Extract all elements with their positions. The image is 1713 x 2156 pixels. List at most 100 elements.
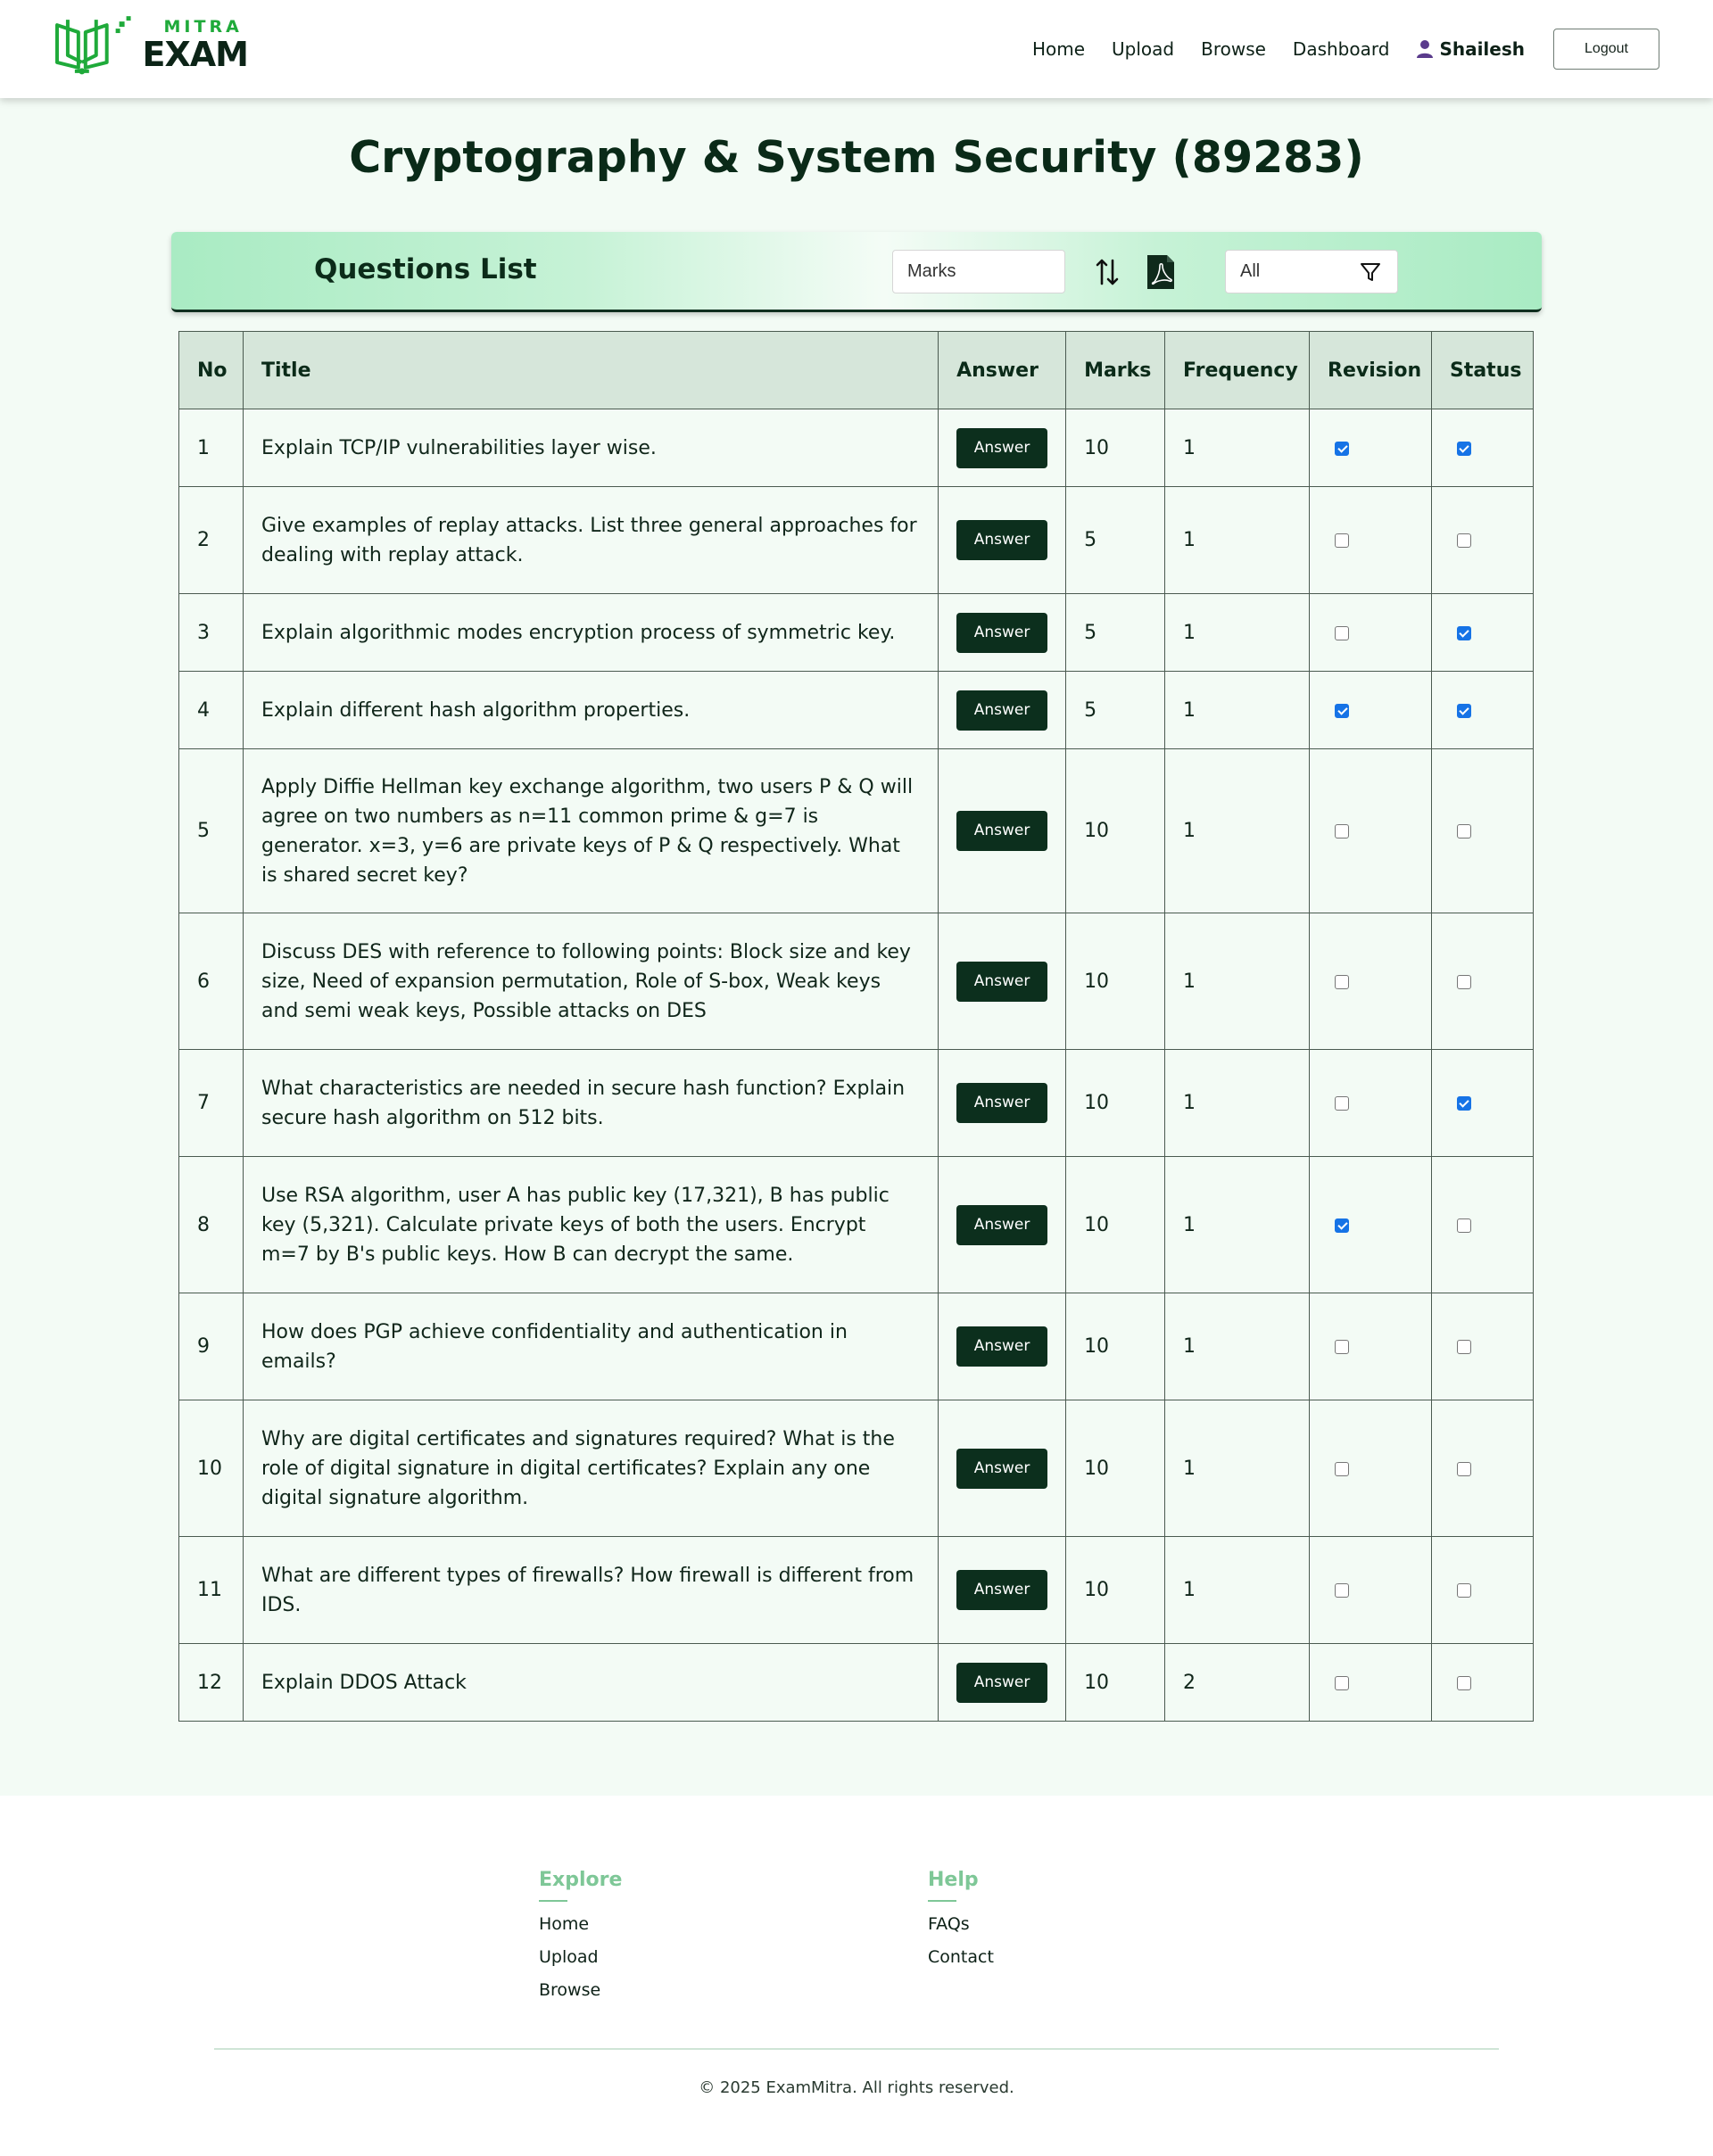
nav-browse[interactable]: Browse: [1201, 38, 1266, 60]
cell-no: 8: [178, 1156, 244, 1293]
copyright-text: © 2025 ExamMitra. All rights reserved.: [699, 2078, 1014, 2097]
brand-logo[interactable]: MITRA EXAM: [52, 12, 249, 77]
revision-checkbox[interactable]: [1335, 1218, 1349, 1233]
cell-revision: [1309, 1049, 1432, 1157]
book-logo-icon: [54, 16, 131, 75]
revision-checkbox[interactable]: [1335, 1583, 1349, 1598]
cell-title: Why are digital certificates and signatu…: [242, 1400, 939, 1537]
status-checkbox[interactable]: [1456, 1096, 1471, 1111]
revision-checkbox[interactable]: [1335, 1096, 1349, 1111]
revision-checkbox[interactable]: [1335, 1340, 1349, 1354]
revision-checkbox[interactable]: [1335, 441, 1349, 456]
nav-dashboard[interactable]: Dashboard: [1293, 38, 1390, 60]
answer-button[interactable]: Answer: [956, 520, 1048, 560]
cell-status: [1430, 1156, 1535, 1293]
cell-title: Explain algorithmic modes encryption pro…: [242, 593, 939, 672]
status-checkbox[interactable]: [1456, 974, 1471, 989]
nav-home[interactable]: Home: [1032, 38, 1085, 60]
sort-select[interactable]: Marks: [892, 250, 1065, 293]
cell-marks: 5: [1065, 593, 1166, 672]
status-checkbox[interactable]: [1456, 824, 1471, 838]
logout-button[interactable]: Logout: [1553, 29, 1659, 70]
sort-arrows-icon[interactable]: [1095, 257, 1120, 287]
status-checkbox[interactable]: [1456, 533, 1471, 548]
revision-checkbox[interactable]: [1335, 703, 1349, 718]
revision-checkbox[interactable]: [1335, 625, 1349, 640]
logo-mitra-text: MITRA: [163, 16, 243, 37]
revision-checkbox[interactable]: [1335, 974, 1349, 989]
answer-button[interactable]: Answer: [956, 1326, 1048, 1367]
cell-no: 6: [178, 913, 244, 1050]
footer-help-title: Help: [928, 1869, 979, 1891]
status-checkbox[interactable]: [1456, 1340, 1471, 1354]
nav-user[interactable]: Shailesh: [1416, 38, 1525, 60]
answer-button[interactable]: Answer: [956, 1204, 1048, 1245]
status-checkbox[interactable]: [1456, 1583, 1471, 1598]
cell-frequency: 1: [1164, 1049, 1310, 1157]
cell-revision: [1309, 593, 1432, 672]
cell-title: Explain TCP/IP vulnerabilities layer wis…: [242, 409, 939, 487]
revision-checkbox[interactable]: [1335, 824, 1349, 838]
table-row: 6 Discuss DES with reference to following…: [178, 913, 1535, 1050]
table-row: 10 Why are digital certificates and signa…: [178, 1400, 1535, 1537]
status-checkbox[interactable]: [1456, 625, 1471, 640]
status-checkbox[interactable]: [1456, 1461, 1471, 1476]
revision-checkbox[interactable]: [1335, 533, 1349, 548]
table-row: 12 Explain DDOS Attack Answer 10 2: [178, 1643, 1535, 1722]
logo-exam-text: EXAM: [142, 34, 249, 74]
footer-explore: Explore Home Upload Browse: [539, 1869, 622, 2013]
answer-button[interactable]: Answer: [956, 1083, 1048, 1123]
cell-no: 5: [178, 748, 244, 913]
answer-button[interactable]: Answer: [956, 961, 1048, 1002]
answer-button[interactable]: Answer: [956, 612, 1048, 653]
cell-answer: Answer: [938, 593, 1067, 672]
answer-button[interactable]: Answer: [956, 811, 1048, 851]
cell-frequency: 1: [1164, 486, 1310, 594]
cell-revision: [1309, 1293, 1432, 1400]
cell-status: [1430, 1536, 1535, 1644]
cell-no: 2: [178, 486, 244, 594]
user-icon: [1417, 40, 1434, 58]
revision-checkbox[interactable]: [1335, 1675, 1349, 1690]
questions-toolbar: Questions List Marks All: [171, 232, 1542, 312]
revision-checkbox[interactable]: [1335, 1461, 1349, 1476]
footer-link-contact[interactable]: Contact: [928, 1947, 994, 1967]
footer-link-faqs[interactable]: FAQs: [928, 1914, 994, 1934]
cell-revision: [1309, 748, 1432, 913]
cell-answer: Answer: [938, 1293, 1067, 1400]
status-checkbox[interactable]: [1456, 1218, 1471, 1233]
cell-marks: 10: [1065, 1643, 1166, 1722]
answer-button[interactable]: Answer: [956, 1448, 1048, 1489]
answer-button[interactable]: Answer: [956, 427, 1048, 468]
cell-title: How does PGP achieve confidentiality and…: [242, 1293, 939, 1400]
cell-no: 9: [178, 1293, 244, 1400]
answer-button[interactable]: Answer: [956, 1570, 1048, 1610]
status-checkbox[interactable]: [1456, 441, 1471, 456]
filter-select[interactable]: All: [1225, 250, 1398, 293]
cell-revision: [1309, 1536, 1432, 1644]
cell-no: 4: [178, 671, 244, 749]
status-checkbox[interactable]: [1456, 703, 1471, 718]
filter-icon: [1361, 263, 1380, 281]
cell-title: Apply Diffie Hellman key exchange algori…: [242, 748, 939, 913]
pdf-icon[interactable]: [1146, 253, 1176, 291]
footer-link-home[interactable]: Home: [539, 1914, 622, 1934]
table-row: 7 What characteristics are needed in secu…: [178, 1049, 1535, 1157]
cell-revision: [1309, 1643, 1432, 1722]
cell-marks: 10: [1065, 1400, 1166, 1537]
answer-button[interactable]: Answer: [956, 1662, 1048, 1703]
table-header-row: No Title Answer Marks Frequency Revision…: [178, 331, 1535, 409]
cell-answer: Answer: [938, 1049, 1067, 1157]
nav-upload[interactable]: Upload: [1112, 38, 1174, 60]
cell-status: [1430, 913, 1535, 1050]
footer-link-upload[interactable]: Upload: [539, 1947, 622, 1967]
cell-frequency: 1: [1164, 671, 1310, 749]
cell-frequency: 1: [1164, 1156, 1310, 1293]
footer-explore-underline: [539, 1900, 567, 1902]
cell-no: 10: [178, 1400, 244, 1537]
status-checkbox[interactable]: [1456, 1675, 1471, 1690]
footer-link-browse[interactable]: Browse: [539, 1980, 622, 2000]
answer-button[interactable]: Answer: [956, 690, 1048, 731]
cell-answer: Answer: [938, 486, 1067, 594]
cell-answer: Answer: [938, 1156, 1067, 1293]
